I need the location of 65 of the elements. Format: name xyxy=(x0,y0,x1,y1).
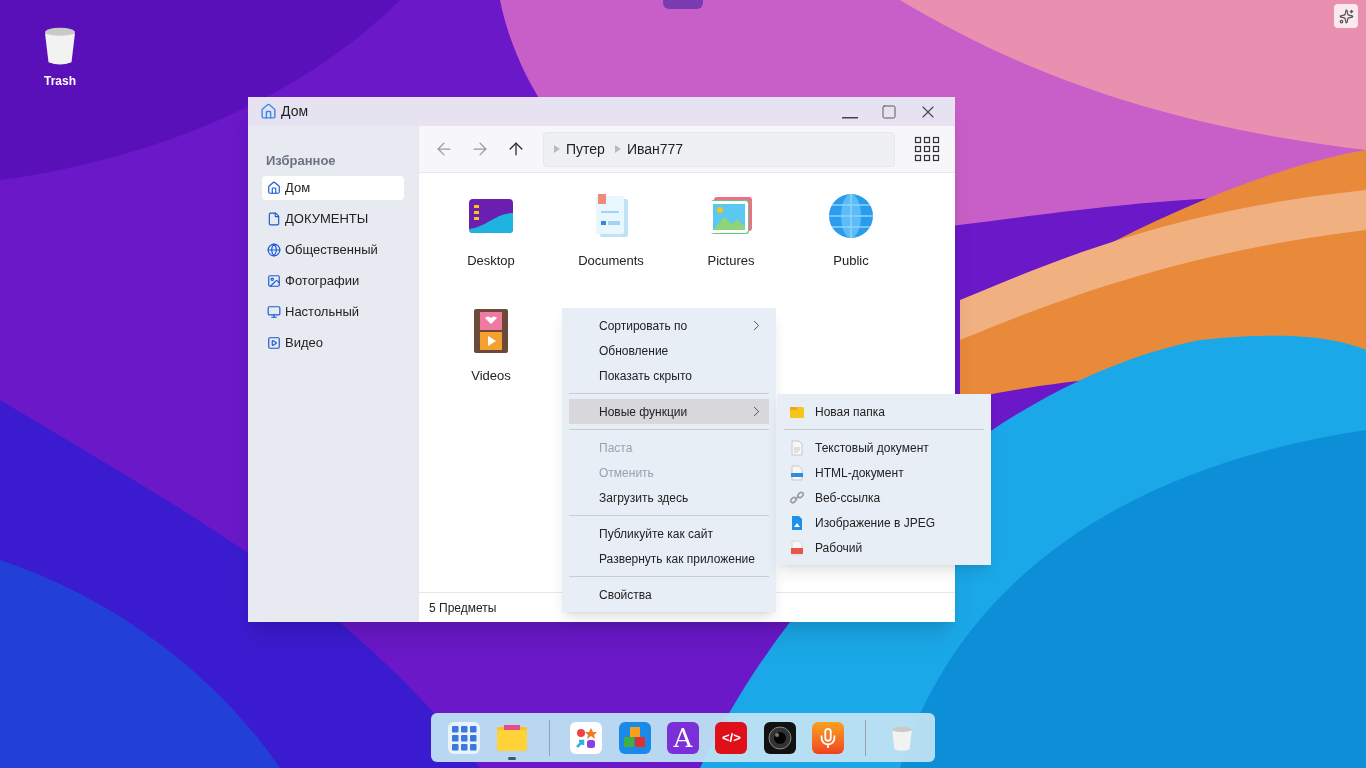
font-app-button[interactable]: A xyxy=(666,721,699,754)
sparkle-icon xyxy=(1338,8,1354,24)
cubes-app-button[interactable] xyxy=(618,721,651,754)
globe-icon xyxy=(826,191,876,241)
desktop-icon-label[interactable]: Trash xyxy=(44,72,76,90)
sidebar-item[interactable]: Общественный xyxy=(262,238,404,262)
home-icon xyxy=(267,181,281,195)
maximize-icon xyxy=(881,103,897,120)
globe-icon xyxy=(267,243,281,257)
video-icon xyxy=(267,336,281,350)
menu-item[interactable]: HTML-документ xyxy=(784,460,984,485)
menu-item[interactable]: Обновление xyxy=(569,338,769,363)
menu-item[interactable]: Новая папка xyxy=(784,399,984,424)
menu-item[interactable]: Сортировать по xyxy=(569,313,769,338)
caret-icon xyxy=(614,145,621,153)
menu-item[interactable]: Показать скрыто xyxy=(569,363,769,388)
running-indicator xyxy=(508,756,517,760)
menu-item[interactable]: Рабочий xyxy=(784,535,984,560)
image-icon xyxy=(267,274,281,288)
code-editor-button[interactable]: </> xyxy=(715,721,748,754)
sidebar-heading: Избранное xyxy=(265,152,337,170)
assistant-button[interactable] xyxy=(1334,4,1358,28)
sidebar-item[interactable]: Фотографии xyxy=(262,269,404,293)
image-file-icon xyxy=(789,514,805,531)
monitor-icon xyxy=(267,305,281,319)
window-title: Дом xyxy=(281,102,309,121)
shapes-app-button[interactable] xyxy=(570,721,603,754)
sidebar-item[interactable]: Видео xyxy=(262,331,404,355)
view-toggle-button[interactable] xyxy=(913,135,941,163)
caret-icon xyxy=(554,145,560,153)
sidebar-item[interactable]: Настольный xyxy=(262,300,404,324)
text-file-icon xyxy=(789,439,805,456)
path-bar[interactable]: Путер Иван777 xyxy=(543,131,895,167)
worker-file-icon xyxy=(789,539,805,556)
menu-item[interactable]: Новые функции xyxy=(569,399,769,424)
menu-item[interactable]: Веб-ссылка xyxy=(784,485,984,510)
link-icon xyxy=(789,489,805,506)
folder-item[interactable]: Public xyxy=(791,191,911,306)
folder-item[interactable]: Documents xyxy=(551,191,671,306)
camera-app-button[interactable] xyxy=(763,721,796,754)
document-icon xyxy=(267,212,281,226)
top-handle[interactable] xyxy=(663,0,703,9)
voice-recorder-button[interactable] xyxy=(812,721,845,754)
folder-icon xyxy=(496,723,529,752)
menu-item[interactable]: Свойства xyxy=(569,582,769,607)
minimize-icon xyxy=(842,116,858,119)
folder-item[interactable]: Videos xyxy=(431,306,551,421)
app-launcher-button[interactable] xyxy=(448,721,480,754)
lens-icon xyxy=(766,724,793,751)
sidebar-item[interactable]: ДОКУМЕНТЫ xyxy=(262,207,404,231)
menu-item[interactable]: Изображение в JPEG xyxy=(784,510,984,535)
sidebar-item[interactable]: Дом xyxy=(262,176,404,200)
folder-item[interactable]: Desktop xyxy=(431,191,551,306)
grid-view-icon xyxy=(914,136,940,162)
home-icon xyxy=(260,103,277,120)
menu-item[interactable]: Текстовый документ xyxy=(784,435,984,460)
html-file-icon xyxy=(789,464,805,481)
folder-item[interactable]: Pictures xyxy=(671,191,791,306)
menu-item[interactable]: Загрузить здесь xyxy=(569,485,769,510)
breadcrumb-item[interactable]: Иван777 xyxy=(626,138,684,160)
breadcrumb-item[interactable]: Путер xyxy=(566,138,605,160)
menu-item[interactable]: Публикуйте как сайт xyxy=(569,521,769,546)
item-count: 5 Предметы xyxy=(429,599,497,617)
grid-icon xyxy=(451,724,477,751)
menu-item[interactable]: Развернуть как приложение xyxy=(569,546,769,571)
